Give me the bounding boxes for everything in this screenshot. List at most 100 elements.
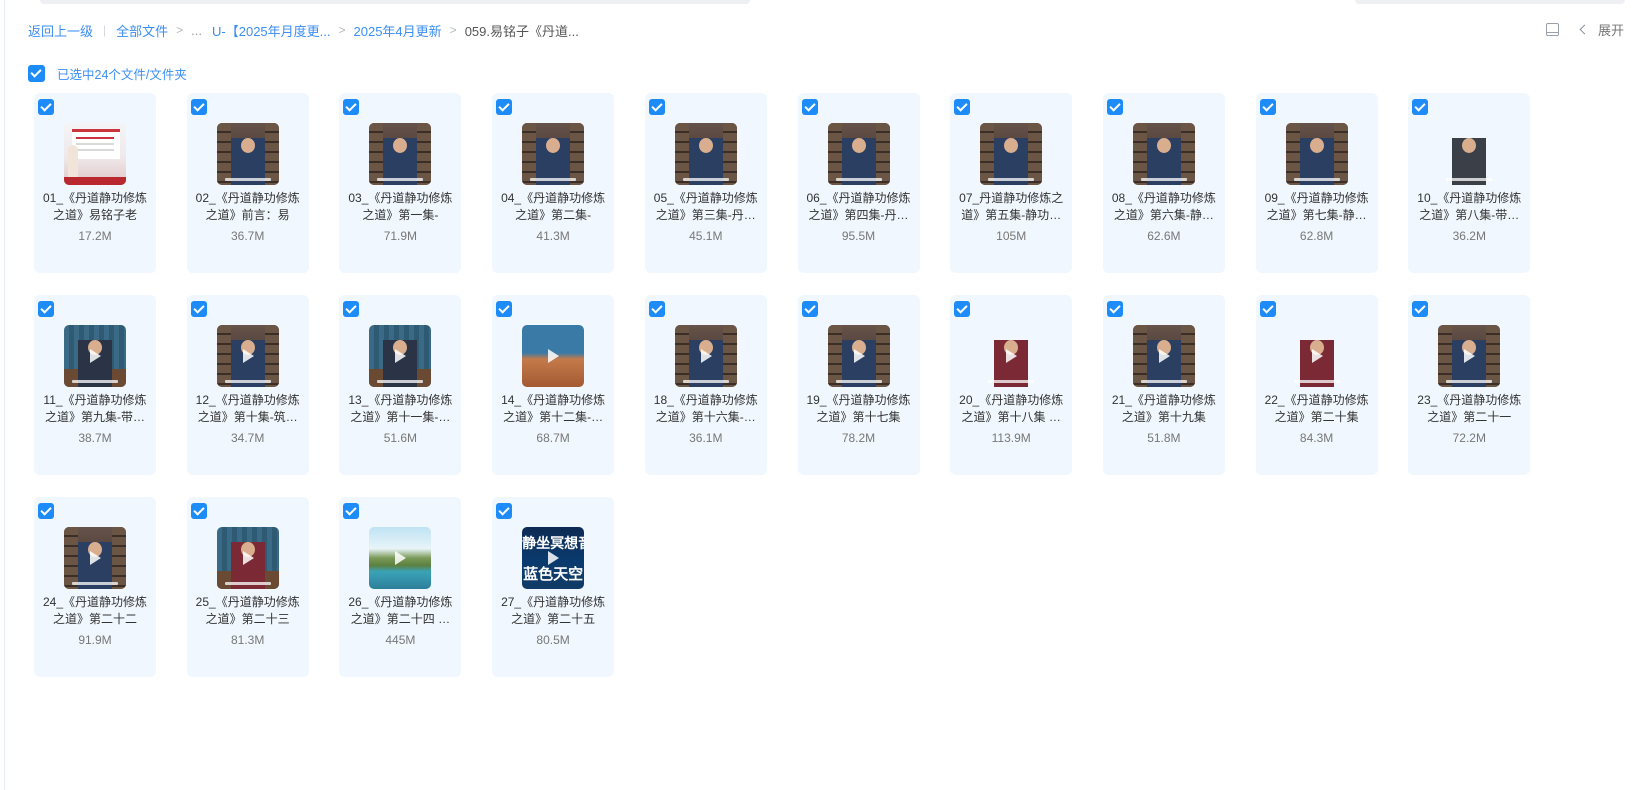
video-thumbnail[interactable] [369,527,432,589]
file-card[interactable]: 20_《丹道静功修炼之道》第十八集 静功 113.9M [950,295,1073,475]
video-thumbnail[interactable] [522,325,585,387]
file-card[interactable]: 07_丹道静功修炼之道》第五集-静功修炼 105M [950,93,1073,273]
video-thumbnail[interactable] [1438,325,1501,387]
file-checkbox[interactable] [1106,301,1123,317]
file-size: 45.1M [689,229,723,243]
video-thumbnail[interactable] [522,123,585,185]
file-card[interactable]: 10_《丹道静功修炼之道》第八集-带功修炼 36.2M [1408,93,1531,273]
video-thumbnail[interactable] [674,123,737,185]
file-card[interactable]: 24_《丹道静功修炼之道》第二十二 91.9M [34,497,156,677]
file-name: 19_《丹道静功修炼之道》第十七集 [806,393,911,424]
crumb-all-files[interactable]: 全部文件 [116,21,168,40]
file-card[interactable]: 18_《丹道静功修炼之道》第十六集-静功修炼 36.1M [644,295,767,475]
file-card[interactable]: 25_《丹道静功修炼之道》第二十三 81.3M [186,497,309,677]
file-card[interactable]: 静坐冥想音蓝色天空 27_《丹道静功修炼之道》第二十五 80.5M [492,497,615,677]
file-size: 51.8M [1147,431,1181,445]
video-thumbnail[interactable] [369,325,432,387]
video-thumbnail[interactable] [216,325,279,387]
video-thumbnail[interactable] [674,325,737,387]
file-card[interactable]: 21_《丹道静功修炼之道》第十九集 51.8M [1102,295,1225,475]
file-card[interactable]: 19_《丹道静功修炼之道》第十七集 78.2M [797,295,920,475]
video-thumbnail[interactable] [1438,123,1500,185]
file-card[interactable]: 05_《丹道静功修炼之道》第三集-丹道静功 45.1M [644,93,767,273]
file-card[interactable]: 01_《丹道静功修炼之道》易铭子老 17.2M [34,93,156,273]
video-thumbnail[interactable]: 静坐冥想音蓝色天空 [522,527,585,589]
file-checkbox[interactable] [1412,301,1429,317]
file-card[interactable]: 02_《丹道静功修炼之道》前言：易 36.7M [186,93,309,273]
file-card[interactable]: 09_《丹道静功修炼之道》第七集-静功修炼 62.8M [1255,93,1378,273]
file-checkbox[interactable] [648,99,665,115]
file-checkbox[interactable] [343,99,360,115]
file-checkbox[interactable] [343,503,360,519]
file-checkbox[interactable] [648,301,665,317]
select-all-checkbox[interactable] [28,65,45,82]
file-size: 84.3M [1299,431,1334,445]
video-thumbnail[interactable] [1132,325,1195,387]
file-checkbox[interactable] [496,99,513,115]
file-name: 26_《丹道静功修炼之道》第二十四 静功 [348,595,453,626]
file-card[interactable]: 08_《丹道静功修炼之道》第六集-静功修炼 62.6M [1102,93,1225,273]
video-thumbnail[interactable] [369,123,432,185]
file-card[interactable]: 13_《丹道静功修炼之道》第十一集-静功修炼 51.6M [339,295,462,475]
file-card[interactable]: 06_《丹道静功修炼之道》第四集-丹道静功 95.5M [797,93,920,273]
file-checkbox[interactable] [1259,99,1276,115]
file-checkbox[interactable] [1412,99,1429,115]
back-link[interactable]: 返回上一级 [28,21,93,40]
file-name: 20_《丹道静功修炼之道》第十八集 静功 [959,393,1064,424]
file-checkbox[interactable] [954,99,971,115]
file-size: 38.7M [78,431,112,445]
video-thumbnail[interactable] [1132,123,1195,185]
video-thumbnail[interactable] [827,123,890,185]
video-thumbnail[interactable] [216,527,279,589]
video-thumbnail[interactable] [216,123,279,185]
file-checkbox[interactable] [1259,301,1276,317]
file-card[interactable]: 11_《丹道静功修炼之道》第九集-带功修炼 38.7M [34,295,156,475]
thumbnail-caption-bar [530,178,577,181]
file-checkbox[interactable] [801,301,818,317]
file-checkbox[interactable] [801,99,818,115]
file-checkbox[interactable] [954,301,971,317]
thumbnail-title-text: 静坐冥想音 [522,536,584,552]
file-checkbox[interactable] [1106,99,1123,115]
file-checkbox[interactable] [496,503,513,519]
chevron-left-icon[interactable] [1579,24,1590,35]
file-size: 41.3M [536,229,570,243]
breadcrumb: 返回上一级 | 全部文件 > ... U-【2025年月度更... > 2025… [28,21,579,39]
file-name: 12_《丹道静功修炼之道》第十集-筑基修炼 [195,393,300,424]
crumb-ellipsis[interactable]: ... [191,23,202,38]
video-thumbnail[interactable] [64,325,126,387]
thumbnail-caption-bar [224,380,271,383]
file-name: 02_《丹道静功修炼之道》前言：易 [195,191,300,222]
file-checkbox[interactable] [38,99,54,115]
file-name: 05_《丹道静功修炼之道》第三集-丹道静功 [653,191,758,222]
video-thumbnail[interactable] [64,527,126,589]
file-card[interactable]: 22_《丹道静功修炼之道》第二十集 84.3M [1255,295,1378,475]
video-thumbnail[interactable] [827,325,890,387]
video-thumbnail[interactable] [1286,325,1348,387]
file-checkbox[interactable] [38,301,54,317]
file-checkbox[interactable] [38,503,54,519]
file-card[interactable]: 12_《丹道静功修炼之道》第十集-筑基修炼 34.7M [186,295,309,475]
file-checkbox[interactable] [190,99,207,115]
file-card[interactable]: 23_《丹道静功修炼之道》第二十一 72.2M [1408,295,1531,475]
file-name: 18_《丹道静功修炼之道》第十六集-静功修炼 [653,393,758,424]
crumb-folder-monthly[interactable]: U-【2025年月度更... [212,21,330,40]
file-card[interactable]: 04_《丹道静功修炼之道》第二集- 41.3M [492,93,615,273]
play-icon [548,349,560,363]
file-name: 24_《丹道静功修炼之道》第二十二 [42,595,148,626]
file-checkbox[interactable] [190,301,207,317]
layout-toggle-icon[interactable] [1545,23,1559,36]
video-thumbnail[interactable] [1285,123,1348,185]
crumb-folder-april[interactable]: 2025年4月更新 [354,21,442,40]
file-card[interactable]: 14_《丹道静功修炼之道》第十二集-静功修炼 68.7M [492,295,615,475]
video-thumbnail[interactable] [980,325,1042,387]
thumbnail-subtitle-text: 蓝色天空 [523,565,584,583]
video-thumbnail[interactable] [64,123,126,185]
file-checkbox[interactable] [496,301,513,317]
file-checkbox[interactable] [190,503,207,519]
file-card[interactable]: 03_《丹道静功修炼之道》第一集- 71.9M [339,93,462,273]
file-checkbox[interactable] [343,301,360,317]
expand-button[interactable]: 展开 [1598,20,1624,39]
file-card[interactable]: 26_《丹道静功修炼之道》第二十四 静功 445M [339,497,462,677]
video-thumbnail[interactable] [980,123,1043,185]
